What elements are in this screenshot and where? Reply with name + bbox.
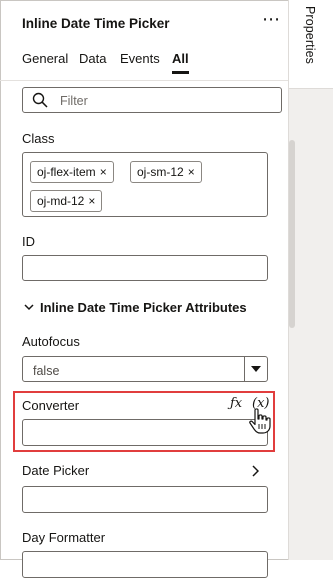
search-placeholder: Filter	[60, 94, 88, 108]
chip-oj-flex-item: oj-flex-item ×	[30, 161, 114, 183]
properties-tab-label: Properties	[303, 6, 317, 64]
chevron-right-icon[interactable]	[251, 465, 259, 477]
tab-all[interactable]: All	[172, 51, 189, 66]
scrollbar-thumb[interactable]	[289, 140, 295, 328]
chip-label: oj-sm-12	[137, 165, 184, 179]
tab-data[interactable]: Data	[79, 51, 106, 66]
class-chip-field[interactable]: oj-flex-item × oj-sm-12 × oj-md-12 ×	[22, 152, 268, 217]
chip-label: oj-flex-item	[37, 165, 96, 179]
hand-pointer-icon	[249, 408, 271, 434]
day-formatter-label: Day Formatter	[22, 530, 106, 545]
autofocus-select[interactable]: false	[22, 356, 268, 382]
date-picker-input[interactable]	[22, 486, 268, 513]
tabs-divider	[0, 80, 288, 81]
chevron-down-icon[interactable]	[24, 303, 34, 311]
remove-chip-icon[interactable]: ×	[88, 194, 95, 208]
select-divider	[244, 357, 245, 381]
tab-events[interactable]: Events	[120, 51, 160, 66]
class-label: Class	[22, 131, 55, 146]
kebab-icon[interactable]: ⋯	[262, 10, 281, 28]
chip-label: oj-md-12	[37, 194, 85, 208]
date-picker-label: Date Picker	[22, 463, 90, 478]
autofocus-label: Autofocus	[22, 334, 80, 349]
remove-chip-icon[interactable]: ×	[188, 165, 195, 179]
converter-input[interactable]	[22, 419, 268, 446]
tab-properties-vertical[interactable]: Properties	[289, 0, 333, 89]
day-formatter-input[interactable]	[22, 551, 268, 578]
chip-oj-sm-12: oj-sm-12 ×	[130, 161, 202, 183]
search-icon	[32, 92, 48, 108]
id-label: ID	[22, 234, 35, 249]
autofocus-value: false	[33, 364, 60, 378]
section-header-attributes[interactable]: Inline Date Time Picker Attributes	[40, 300, 247, 315]
converter-label: Converter	[22, 398, 80, 413]
chip-oj-md-12: oj-md-12 ×	[30, 190, 103, 212]
tab-general[interactable]: General	[22, 51, 68, 66]
active-tab-indicator	[172, 71, 189, 74]
caret-down-icon[interactable]	[251, 366, 261, 372]
panel-title: Inline Date Time Picker	[22, 16, 170, 31]
remove-chip-icon[interactable]: ×	[100, 165, 107, 179]
id-input[interactable]	[22, 255, 268, 281]
fx-expression-icon[interactable]: ƒx	[230, 396, 242, 411]
search-input[interactable]: Filter	[22, 87, 282, 113]
